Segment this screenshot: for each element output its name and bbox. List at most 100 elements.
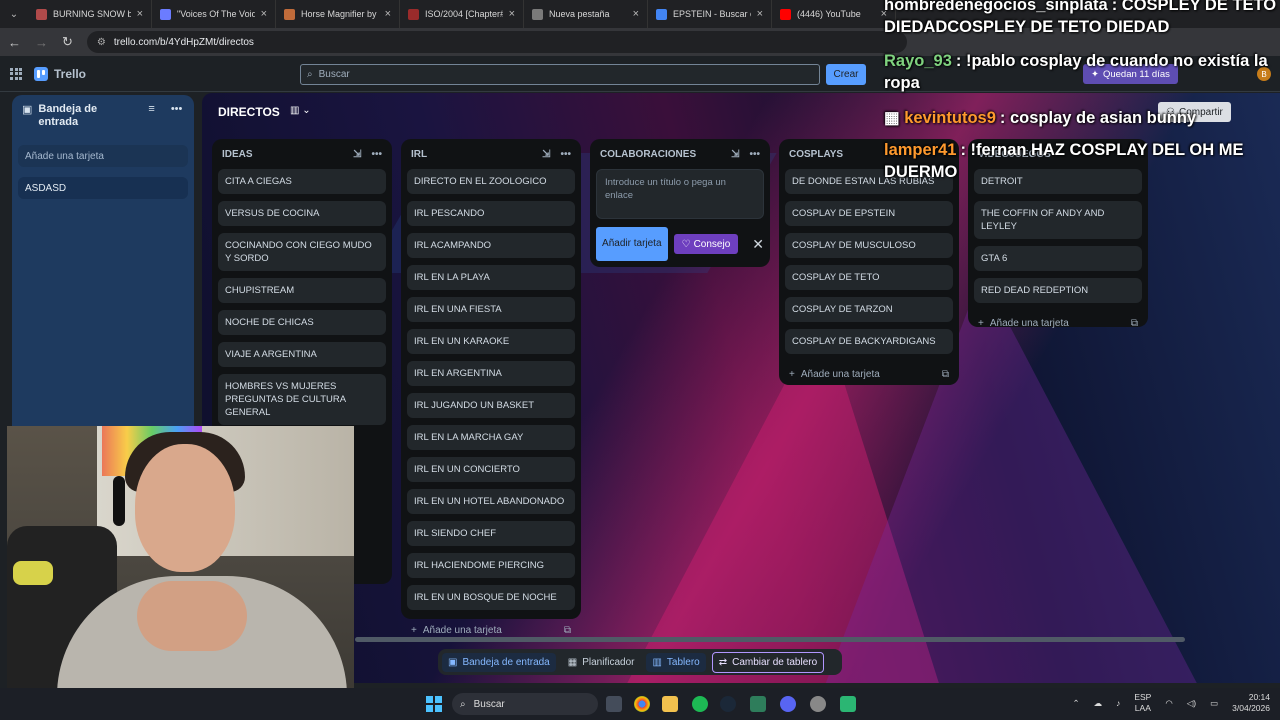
browser-tab[interactable]: Horse Magnifier by w ×	[276, 0, 400, 28]
reload-icon[interactable]: ↻	[62, 34, 73, 50]
trello-logo[interactable]: Trello	[34, 66, 86, 81]
list-menu-icon[interactable]: •••	[749, 149, 760, 160]
collapse-icon[interactable]: ⇲	[353, 149, 361, 160]
collapse-icon[interactable]: ⇲	[731, 149, 739, 160]
browser-tab[interactable]: Nueva pestaña ×	[524, 0, 648, 28]
list-title[interactable]: IRL	[411, 149, 532, 160]
add-card-button[interactable]: + Añade una tarjeta ⧉	[779, 361, 959, 387]
address-bar[interactable]: ⚙ trello.com/b/4YdHpZMt/directos	[86, 31, 907, 53]
card[interactable]: IRL SIENDO CHEF	[407, 521, 575, 546]
board-view-switcher-icon[interactable]: ▥ ⌄	[290, 105, 311, 116]
card[interactable]: COSPLAY DE TETO	[785, 265, 953, 290]
card[interactable]: GTA 6	[974, 246, 1142, 271]
horizontal-scrollbar[interactable]	[355, 637, 1185, 642]
close-tab-icon[interactable]: ×	[385, 8, 391, 20]
close-tab-icon[interactable]: ×	[633, 8, 639, 20]
chevron-up-icon[interactable]: ⌃	[1072, 698, 1079, 709]
back-icon[interactable]: ←	[8, 35, 21, 50]
wifi-icon[interactable]: ◠	[1165, 698, 1172, 709]
card[interactable]: HOMBRES VS MUJERES PREGUNTAS DE CULTURA …	[218, 374, 386, 425]
volume-icon[interactable]: ◁)	[1187, 698, 1196, 709]
close-tab-icon[interactable]: ×	[261, 8, 267, 20]
card[interactable]: IRL ACAMPANDO	[407, 233, 575, 258]
chrome-icon[interactable]	[634, 696, 650, 712]
card[interactable]: VERSUS DE COCINA	[218, 201, 386, 226]
list-title[interactable]: IDEAS	[222, 149, 343, 160]
folder-icon[interactable]	[662, 696, 678, 712]
card[interactable]: IRL EN UN HOTEL ABANDONADO	[407, 489, 575, 514]
add-card-submit-button[interactable]: Añadir tarjeta	[596, 227, 668, 261]
browser-tab[interactable]: "Voices Of The Void" ×	[152, 0, 276, 28]
card[interactable]: IRL EN UN CONCIERTO	[407, 457, 575, 482]
browser-tab[interactable]: EPSTEIN - Buscar con ×	[648, 0, 772, 28]
card[interactable]: IRL JUGANDO UN BASKET	[407, 393, 575, 418]
card[interactable]: IRL PESCANDO	[407, 201, 575, 226]
add-card-button[interactable]: + Añade una tarjeta ⧉	[968, 310, 1148, 336]
collapse-icon[interactable]: ⇲	[542, 149, 550, 160]
battery-icon[interactable]: ▭	[1210, 698, 1218, 709]
app-switcher-icon[interactable]	[10, 67, 22, 80]
browser-tab[interactable]: ISO/2004 [Chapter#1 ×	[400, 0, 524, 28]
inbox-toggle-button[interactable]: ▣ Bandeja de entrada	[442, 652, 556, 672]
board-toggle-button[interactable]: ▥ Tablero	[646, 652, 706, 672]
tip-button[interactable]: ♡ Consejo	[673, 234, 739, 254]
network-icon[interactable]: ☁	[1094, 698, 1103, 709]
close-tab-icon[interactable]: ×	[137, 8, 143, 20]
tab-search-icon[interactable]: ⌄	[0, 9, 28, 20]
card[interactable]: IRL EN LA PLAYA	[407, 265, 575, 290]
taskbar-search[interactable]: ⌕ Buscar	[452, 693, 598, 715]
spotify-icon[interactable]	[692, 696, 708, 712]
clock[interactable]: 20:14 3/04/2026	[1232, 692, 1270, 714]
card[interactable]: RED DEAD REDEPTION	[974, 278, 1142, 303]
notes-icon[interactable]	[840, 696, 856, 712]
switch-board-button[interactable]: ⇄ Cambiar de tablero	[711, 651, 825, 673]
card[interactable]: IRL EN UNA FIESTA	[407, 297, 575, 322]
search-input[interactable]: ⌕ Buscar	[300, 64, 820, 85]
template-icon[interactable]: ⧉	[564, 625, 571, 636]
card[interactable]: CITA A CIEGAS	[218, 169, 386, 194]
template-icon[interactable]: ⧉	[1131, 318, 1138, 329]
close-icon[interactable]: ✕	[752, 236, 764, 253]
card[interactable]: COSPLAY DE TARZON	[785, 297, 953, 322]
microphone-icon[interactable]: ♪	[1116, 698, 1120, 708]
card[interactable]: CHUPISTREAM	[218, 278, 386, 303]
card[interactable]: THE COFFIN OF ANDY AND LEYLEY	[974, 201, 1142, 239]
inbox-card[interactable]: ASDASD	[18, 177, 188, 199]
list-title[interactable]: COLABORACIONES	[600, 149, 721, 160]
card[interactable]: IRL EN ARGENTINA	[407, 361, 575, 386]
language-indicator[interactable]: ESP LAA	[1134, 692, 1151, 714]
filter-icon[interactable]: ≡	[148, 103, 154, 115]
app2-icon[interactable]	[810, 696, 826, 712]
new-card-input[interactable]: Introduce un título o pega un enlace	[596, 169, 764, 219]
template-icon[interactable]: ⧉	[942, 369, 949, 380]
card[interactable]: COSPLAY DE BACKYARDIGANS	[785, 329, 953, 354]
card[interactable]: IRL EN UN BOSQUE DE NOCHE	[407, 585, 575, 610]
planner-toggle-button[interactable]: ▦ Planificador	[562, 653, 641, 672]
board-title[interactable]: DIRECTOS	[218, 105, 280, 119]
steam-icon[interactable]	[720, 696, 736, 712]
card[interactable]: COCINANDO CON CIEGO MUDO Y SORDO	[218, 233, 386, 271]
list-menu-icon[interactable]: •••	[371, 149, 382, 160]
create-button[interactable]: Crear	[826, 64, 866, 85]
card[interactable]: VIAJE A ARGENTINA	[218, 342, 386, 367]
card[interactable]: COSPLAY DE EPSTEIN	[785, 201, 953, 226]
discord-icon[interactable]	[780, 696, 796, 712]
more-icon[interactable]: •••	[171, 103, 183, 115]
browser-tab[interactable]: (4446) YouTube ×	[772, 0, 896, 28]
close-tab-icon[interactable]: ×	[509, 8, 515, 20]
windows-start-icon[interactable]	[426, 696, 442, 712]
list-menu-icon[interactable]: •••	[560, 149, 571, 160]
file-explorer-icon[interactable]	[606, 696, 622, 712]
close-tab-icon[interactable]: ×	[757, 8, 763, 20]
card[interactable]: IRL EN UN KARAOKE	[407, 329, 575, 354]
card[interactable]: COSPLAY DE MUSCULOSO	[785, 233, 953, 258]
browser-tab[interactable]: BURNING SNOW by ×	[28, 0, 152, 28]
site-info-icon[interactable]: ⚙	[97, 37, 106, 48]
inbox-add-card[interactable]: Añade una tarjeta	[18, 145, 188, 167]
card[interactable]: NOCHE DE CHICAS	[218, 310, 386, 335]
app-icon[interactable]	[750, 696, 766, 712]
card[interactable]: IRL EN LA MARCHA GAY	[407, 425, 575, 450]
card[interactable]: IRL HACIENDOME PIERCING	[407, 553, 575, 578]
card[interactable]: DIRECTO EN EL ZOOLOGICO	[407, 169, 575, 194]
forward-icon[interactable]: →	[35, 35, 48, 50]
